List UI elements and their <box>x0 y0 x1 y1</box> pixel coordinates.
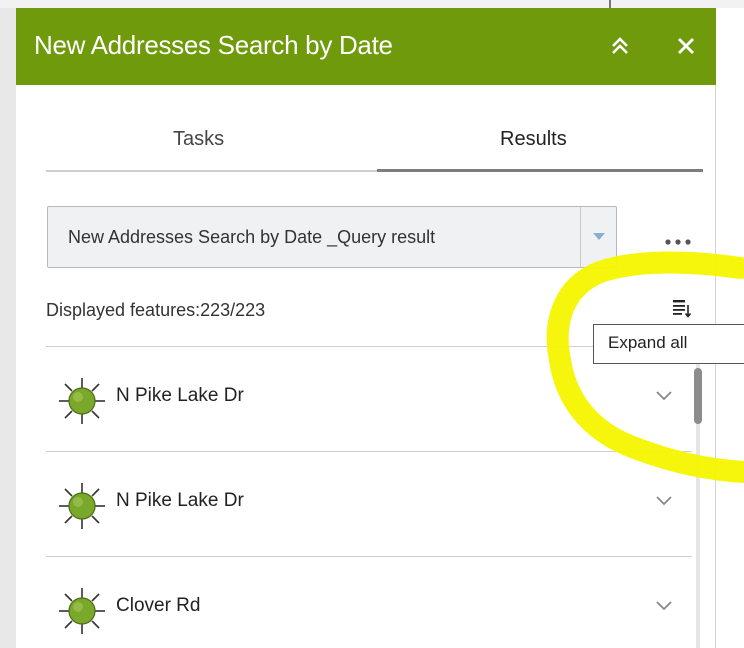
tab-results[interactable]: Results <box>500 128 567 151</box>
chevron-down-icon[interactable] <box>654 389 674 403</box>
tab-tasks[interactable]: Tasks <box>173 128 224 151</box>
panel-header: New Addresses Search by Date <box>16 8 716 85</box>
list-item[interactable]: Clover Rd <box>46 557 691 648</box>
background-notch <box>609 0 611 8</box>
list-item-label: N Pike Lake Dr <box>116 490 244 511</box>
displayed-features-count: Displayed features:223/223 <box>46 300 266 320</box>
list-item[interactable]: N Pike Lake Dr <box>46 452 691 556</box>
chevron-down-icon[interactable] <box>654 494 674 508</box>
map-edge <box>0 8 16 648</box>
chevron-down-icon[interactable] <box>654 599 674 613</box>
close-icon <box>678 38 694 54</box>
expand-all-button[interactable] <box>666 292 698 324</box>
panel-title: New Addresses Search by Date <box>34 30 393 60</box>
select-arrow-button[interactable] <box>580 207 616 267</box>
expand-all-icon <box>673 300 692 318</box>
ellipsis-icon <box>665 239 691 245</box>
expand-all-tooltip: Expand all <box>593 324 744 364</box>
chevron-down-icon <box>592 233 605 240</box>
layer-select[interactable]: New Addresses Search by Date _Query resu… <box>47 206 617 268</box>
scrollbar-thumb[interactable] <box>694 368 702 424</box>
results-scrollbar[interactable] <box>692 340 704 648</box>
collapse-button[interactable] <box>600 26 640 66</box>
background-strip <box>0 0 744 8</box>
list-item-label: N Pike Lake Dr <box>116 385 244 406</box>
double-chevron-up-icon <box>612 37 628 54</box>
active-tab-indicator <box>377 169 703 172</box>
list-item-label: Clover Rd <box>116 595 201 616</box>
sun-marker-icon <box>59 588 105 634</box>
sun-marker-icon <box>59 378 105 424</box>
layer-select-value: New Addresses Search by Date _Query resu… <box>68 227 436 247</box>
more-options-button[interactable] <box>658 232 698 252</box>
sun-marker-icon <box>59 483 105 529</box>
close-button[interactable] <box>666 26 706 66</box>
